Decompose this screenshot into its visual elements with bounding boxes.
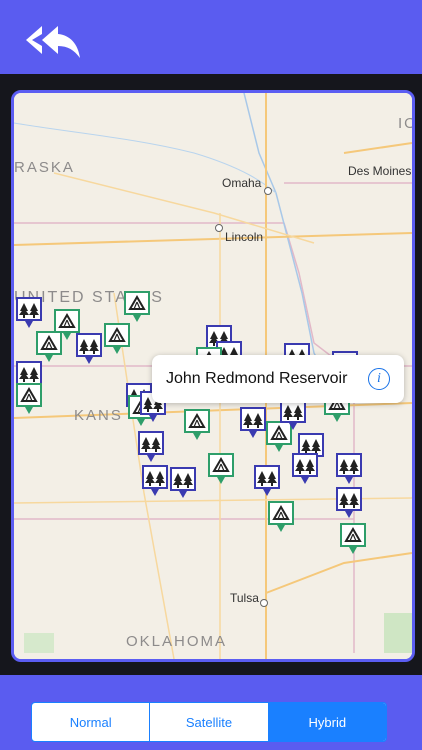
pine-trees-icon [336, 487, 362, 518]
campground-marker[interactable] [182, 407, 212, 441]
callout-title: John Redmond Reservoir [166, 370, 348, 387]
location-callout[interactable]: John Redmond Reservoir i [152, 355, 404, 403]
region-label: OKLAHOMA [126, 633, 228, 650]
camping-tent-icon [340, 523, 366, 554]
city-label: Des Moines [348, 164, 412, 178]
pine-trees-icon [292, 453, 318, 484]
pine-trees-icon [170, 467, 196, 498]
segment-hybrid[interactable]: Hybrid [268, 703, 386, 741]
camping-tent-icon [16, 383, 42, 414]
pine-trees-icon [138, 431, 164, 462]
city-dot [264, 187, 272, 195]
park-marker[interactable] [140, 463, 170, 497]
info-icon[interactable]: i [368, 368, 390, 390]
campground-marker[interactable] [266, 499, 296, 533]
city-dot [215, 224, 223, 232]
park-marker[interactable] [14, 295, 44, 329]
campground-marker[interactable] [338, 521, 368, 555]
park-marker[interactable] [252, 463, 282, 497]
pine-trees-icon [254, 465, 280, 496]
region-label: KANS [74, 407, 123, 424]
campground-marker[interactable] [206, 451, 236, 485]
bottom-bar: Normal Satellite Hybrid [0, 675, 422, 750]
park-marker[interactable] [334, 451, 364, 485]
park-marker[interactable] [136, 429, 166, 463]
segment-satellite[interactable]: Satellite [150, 703, 269, 741]
city-label: Lincoln [225, 230, 264, 244]
camping-tent-icon [268, 501, 294, 532]
campground-marker[interactable] [14, 381, 44, 415]
city-label: Tulsa [230, 591, 259, 605]
park-marker[interactable] [74, 331, 104, 365]
map-type-segmented-control: Normal Satellite Hybrid [31, 702, 387, 742]
top-bar [0, 0, 422, 74]
region-label: RASKA [14, 159, 75, 176]
campground-marker[interactable] [122, 289, 152, 323]
park-marker[interactable] [168, 465, 198, 499]
region-label: IO [398, 115, 412, 132]
pine-trees-icon [336, 453, 362, 484]
campground-marker[interactable] [102, 321, 132, 355]
map-frame: RASKA UNITED STATES KANS OKLAHOMA IO Oma… [0, 74, 422, 675]
camping-tent-icon [184, 409, 210, 440]
park-marker[interactable] [290, 451, 320, 485]
camping-tent-icon [104, 323, 130, 354]
segment-normal[interactable]: Normal [32, 703, 151, 741]
camping-tent-icon [36, 331, 62, 362]
pine-trees-icon [142, 465, 168, 496]
pine-trees-icon [16, 297, 42, 328]
camping-tent-icon [124, 291, 150, 322]
campground-marker[interactable] [34, 329, 64, 363]
city-label: Omaha [222, 176, 262, 190]
camping-tent-icon [208, 453, 234, 484]
city-dot [260, 599, 268, 607]
double-reply-arrow-icon[interactable] [22, 20, 84, 60]
pine-trees-icon [76, 333, 102, 364]
park-marker[interactable] [334, 485, 364, 519]
map-view[interactable]: RASKA UNITED STATES KANS OKLAHOMA IO Oma… [11, 90, 415, 662]
